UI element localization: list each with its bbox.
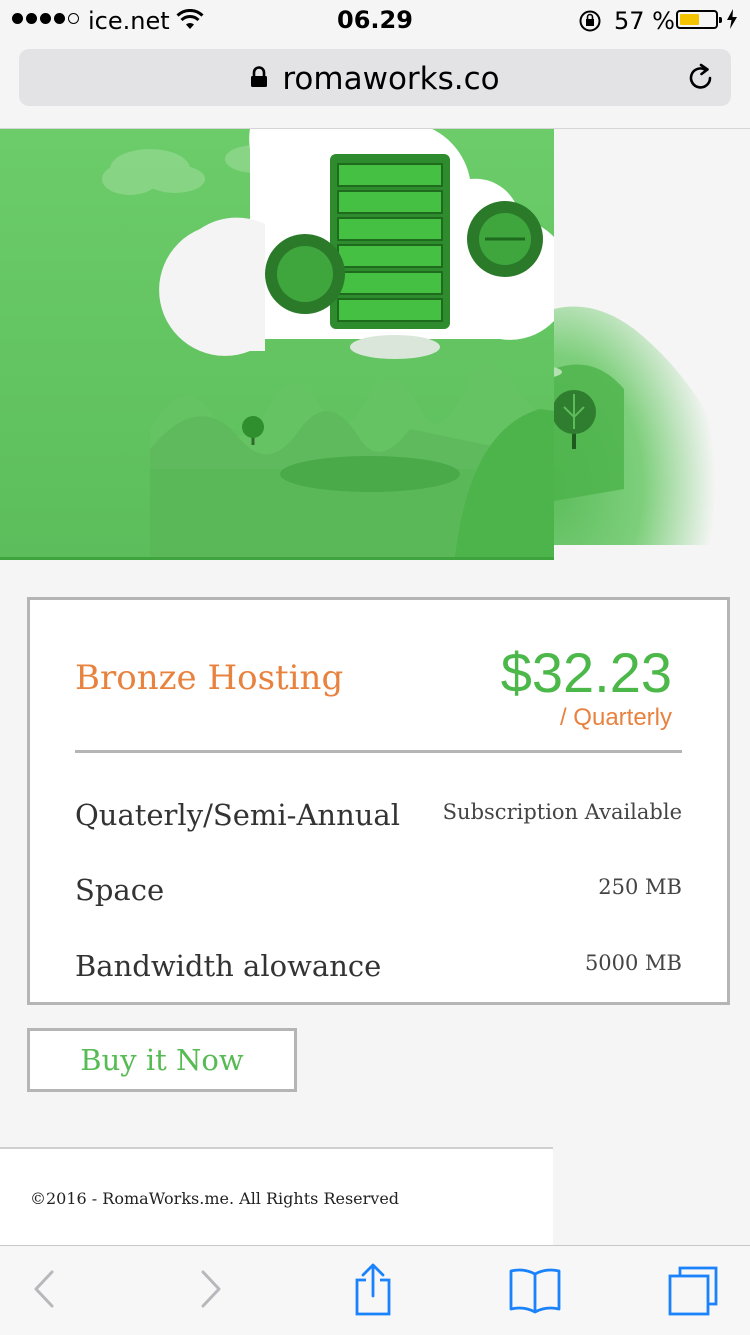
footer: ©2016 - RomaWorks.me. All Rights Reserve… (0, 1147, 553, 1247)
feature-value: 250 MB (598, 875, 682, 899)
rotation-lock-icon (578, 9, 602, 39)
share-icon[interactable] (352, 1262, 394, 1320)
status-bar: ice.net 06.29 57 % (0, 0, 750, 40)
divider (75, 750, 682, 753)
plan-name: Bronze Hosting (75, 658, 344, 698)
buy-now-button[interactable]: Buy it Now (27, 1028, 297, 1092)
browser-address-area: romaworks.co (0, 40, 750, 129)
hero-illustration-overflow (554, 129, 716, 545)
plan-price: $32.23 (500, 641, 672, 704)
battery-percentage: 57 % (614, 7, 675, 35)
reload-icon[interactable] (686, 63, 716, 97)
feature-value: Subscription Available (442, 800, 682, 824)
pricing-card: Bronze Hosting $32.23 / Quarterly Quater… (27, 597, 730, 1005)
feature-label: Bandwidth alowance (75, 949, 382, 983)
battery-icon (676, 10, 722, 29)
feature-row: Bandwidth alowance 5000 MB (75, 949, 682, 989)
feature-row: Space 250 MB (75, 873, 682, 913)
back-icon[interactable] (30, 1266, 58, 1316)
feature-label: Quaterly/Semi-Annual (75, 798, 400, 832)
feature-value: 5000 MB (584, 951, 682, 975)
feature-row: Quaterly/Semi-Annual Subscription Availa… (75, 798, 682, 838)
padlock-icon (250, 60, 268, 96)
hero-illustration (0, 129, 554, 560)
browser-toolbar (0, 1245, 750, 1335)
forward-icon[interactable] (197, 1266, 225, 1316)
charging-bolt-icon (726, 8, 738, 36)
copyright-text: ©2016 - RomaWorks.me. All Rights Reserve… (30, 1189, 400, 1208)
url-display[interactable]: romaworks.co (19, 61, 731, 99)
address-bar[interactable]: romaworks.co (19, 49, 731, 106)
tabs-icon[interactable] (666, 1264, 720, 1320)
url-text: romaworks.co (282, 61, 500, 97)
feature-label: Space (75, 873, 165, 907)
bookmarks-icon[interactable] (508, 1266, 562, 1318)
plan-period: / Quarterly (559, 704, 672, 731)
